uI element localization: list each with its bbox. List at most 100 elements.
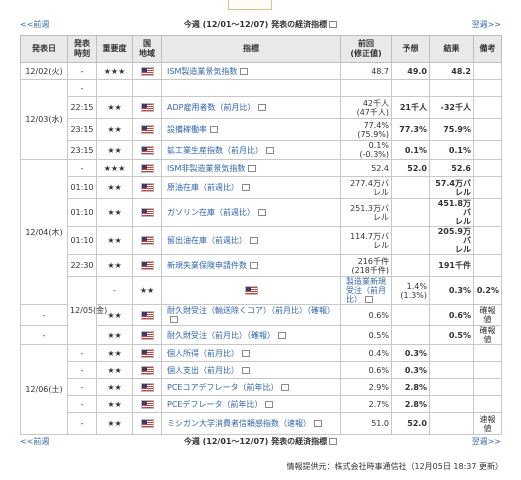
window-icon[interactable] — [266, 146, 274, 154]
window-icon[interactable] — [242, 366, 250, 374]
window-icon[interactable] — [329, 438, 338, 445]
note-cell — [473, 395, 502, 413]
indicator-link[interactable]: 耐久財受注（輸送除くコア）（前月比）（確報） — [167, 306, 335, 315]
previous-cell: 48.7 — [340, 62, 392, 80]
indicator-link[interactable]: 新規失業保険申請件数 — [167, 261, 247, 270]
table-row: 01:10 ★★ ガソリン在庫（前週比） 251.3万バ レル 451.8万バ レル — [21, 198, 502, 227]
forecast-cell: 2.8% — [391, 378, 430, 396]
note-cell — [473, 226, 502, 255]
window-icon[interactable] — [314, 420, 322, 427]
window-icon[interactable] — [240, 67, 249, 75]
region-cell — [132, 79, 162, 97]
table-row: 12/02(火) - ★★★ ISM製造業景気指数 48.7 49.0 48.2 — [20, 62, 502, 80]
indicator-cell[interactable]: 製造業新規受注（前月比） — [340, 276, 392, 305]
region-cell — [132, 344, 162, 362]
header-time: 発表 時刻 — [67, 35, 97, 63]
time-cell: - — [67, 378, 97, 396]
indicator-cell[interactable]: 原油在庫（前週比） — [161, 176, 341, 199]
indicator-link[interactable]: 鉱工業生産指数（前月比） — [167, 146, 263, 155]
time-cell: - — [67, 344, 97, 362]
indicator-link[interactable]: ISM非製造業景気指数 — [167, 164, 245, 173]
indicator-link[interactable]: ミシガン大学消費者信頼感指数（速報） — [167, 419, 311, 428]
window-icon[interactable] — [365, 296, 373, 303]
time-cell: 22:30 — [67, 254, 97, 277]
window-icon[interactable] — [265, 400, 274, 408]
forecast-cell: 77.3% — [391, 118, 430, 141]
time-cell: - — [67, 62, 97, 80]
indicator-cell[interactable]: ガソリン在庫（前週比） — [161, 198, 341, 227]
indicator-cell[interactable]: 耐久財受注（前月比）（確報） — [161, 325, 341, 345]
date-cell: 12/06(土) — [20, 344, 68, 435]
indicator-cell[interactable] — [161, 79, 341, 97]
previous-cell: 0.1% (-0.3%) — [340, 140, 392, 160]
indicator-cell[interactable]: 個人支出（前月比） — [161, 361, 341, 379]
indicator-link[interactable]: ガソリン在庫（前週比） — [167, 208, 255, 217]
forecast-cell: 2.8% — [391, 395, 430, 413]
indicator-link[interactable]: 個人所得（前月比） — [167, 349, 239, 358]
indicator-link[interactable]: 設備稼働率 — [167, 125, 207, 134]
top-tab-box — [228, 0, 272, 10]
window-icon[interactable] — [242, 349, 250, 357]
time-cell: - — [67, 361, 97, 379]
indicator-cell[interactable]: 個人所得（前月比） — [161, 344, 341, 362]
indicator-cell[interactable]: 留出油在庫（前週比） — [161, 226, 341, 255]
window-icon[interactable] — [250, 262, 258, 269]
indicator-link[interactable]: ISM製造業景気指数 — [167, 67, 237, 76]
indicator-cell[interactable]: ミシガン大学消費者信頼感指数（速報） — [161, 412, 341, 435]
us-flag-icon — [140, 365, 154, 375]
importance-cell: ★★ — [96, 140, 133, 160]
indicator-cell[interactable]: ISM非製造業景気指数 — [161, 159, 341, 177]
indicator-cell[interactable]: 設備稼働率 — [161, 118, 341, 141]
window-icon[interactable] — [281, 383, 290, 391]
indicator-link[interactable]: PCEコアデフレータ（前年比） — [167, 383, 278, 392]
us-flag-icon — [140, 125, 154, 134]
result-cell: 451.8万バ レル — [429, 198, 474, 227]
date-cell: 12/05(金) — [67, 276, 107, 345]
note-cell — [473, 254, 502, 277]
next-week-link[interactable]: 翌週>> — [472, 19, 501, 30]
us-flag-icon — [140, 399, 154, 409]
region-cell — [132, 395, 162, 413]
region-cell — [132, 176, 162, 199]
window-icon[interactable] — [329, 21, 338, 28]
indicator-link[interactable]: 個人支出（前月比） — [167, 366, 239, 375]
result-cell: 52.6 — [429, 159, 474, 177]
window-icon[interactable] — [170, 316, 178, 323]
forecast-cell — [391, 304, 430, 326]
indicator-cell[interactable]: ADP雇用者数（前月比） — [161, 96, 341, 119]
indicator-cell[interactable]: PCEコアデフレータ（前年比） — [161, 378, 341, 396]
indicator-cell[interactable]: ISM製造業景気指数 — [161, 62, 341, 80]
indicator-link[interactable]: 耐久財受注（前月比）（確報） — [167, 331, 275, 340]
indicator-link[interactable]: 留出油在庫（前週比） — [167, 236, 247, 245]
header-date: 発表日 — [20, 35, 68, 63]
indicator-cell[interactable]: PCEデフレータ（前年比） — [161, 395, 341, 413]
window-icon[interactable] — [258, 209, 266, 216]
us-flag-icon — [140, 163, 154, 173]
region-cell — [132, 304, 162, 326]
time-cell: - — [20, 325, 68, 345]
indicator-link[interactable]: 原油在庫（前週比） — [167, 183, 239, 192]
next-week-link-bottom[interactable]: 翌週>> — [472, 436, 501, 447]
previous-cell: 0.4% — [340, 344, 392, 362]
note-cell — [473, 96, 502, 119]
indicator-cell[interactable]: 鉱工業生産指数（前月比） — [161, 140, 341, 160]
window-icon[interactable] — [210, 126, 218, 133]
window-icon[interactable] — [278, 331, 286, 339]
window-icon[interactable] — [248, 164, 257, 172]
indicator-link[interactable]: PCEデフレータ（前年比） — [167, 400, 262, 409]
region-cell — [132, 62, 162, 80]
region-cell — [132, 140, 162, 160]
window-icon[interactable] — [258, 104, 267, 111]
window-icon[interactable] — [250, 237, 258, 244]
table-row: - ★★ 個人支出（前月比） 0.6% 0.3% — [21, 361, 502, 379]
note-cell — [473, 176, 502, 199]
table-row: - ★★ ミシガン大学消費者信頼感指数（速報） 51.0 52.0 速報値 — [21, 412, 502, 435]
indicator-link[interactable]: ADP雇用者数（前月比） — [167, 103, 255, 112]
indicator-cell[interactable]: 耐久財受注（輸送除くコア）（前月比）（確報） — [161, 304, 341, 326]
window-icon[interactable] — [242, 184, 250, 191]
importance-stars: ★★ — [107, 208, 122, 217]
result-cell: 57.4万バ レル — [429, 176, 474, 199]
previous-cell: 0.6% — [340, 304, 392, 326]
indicator-cell[interactable]: 新規失業保険申請件数 — [161, 254, 341, 277]
result-cell: 0.5% — [429, 325, 474, 345]
